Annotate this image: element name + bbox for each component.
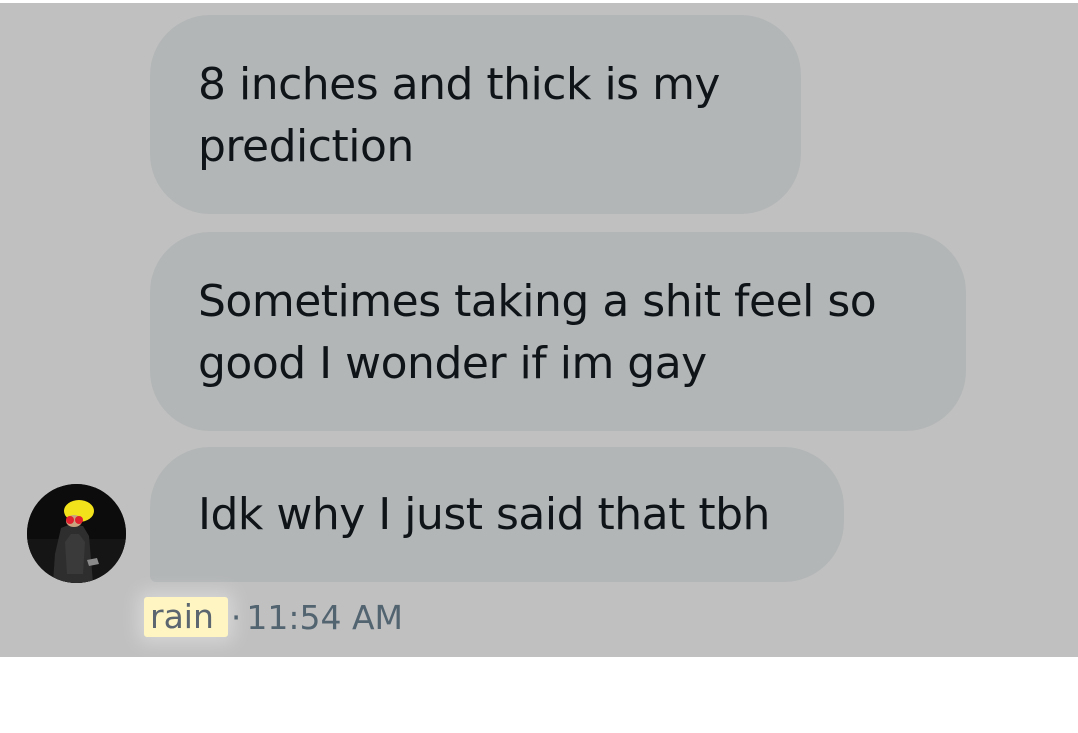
message-timestamp: 11:54 AM [246,597,404,637]
message-bubble[interactable]: 8 inches and thick is my prediction [150,15,801,214]
message-text: Idk why I just said that tbh [198,488,770,540]
message-bubble[interactable]: Sometimes taking a shit feel so good I w… [150,232,966,431]
message-meta: rain · 11:54 AM [144,596,403,638]
avatar[interactable] [27,484,126,583]
meta-separator: · [230,597,242,637]
message-bubble[interactable]: Idk why I just said that tbh [150,447,844,582]
user-avatar-image-icon [27,484,126,583]
message-text: Sometimes taking a shit feel so good I w… [198,275,877,389]
conversation-thread: 8 inches and thick is my prediction Some… [0,3,1078,657]
sender-name[interactable]: rain [144,597,228,637]
message-text: 8 inches and thick is my prediction [198,58,720,172]
